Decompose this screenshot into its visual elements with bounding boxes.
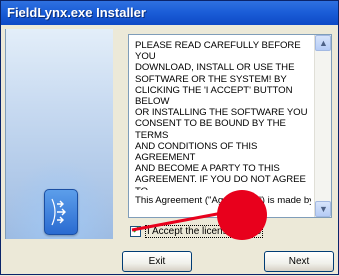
installer-window: FieldLynx.exe Installer PLEASE READ CARE… xyxy=(0,0,339,275)
license-textarea[interactable]: PLEASE READ CAREFULLY BEFORE YOU DOWNLOA… xyxy=(128,34,332,218)
accept-checkbox[interactable]: ✓ xyxy=(130,225,141,237)
scroll-down-icon[interactable]: ▼ xyxy=(315,201,331,217)
license-text: PLEASE READ CAREFULLY BEFORE YOU DOWNLOA… xyxy=(135,40,308,190)
checkmark-icon: ✓ xyxy=(132,225,141,236)
annotation-marker xyxy=(217,190,267,240)
scroll-up-icon[interactable]: ▲ xyxy=(315,35,331,51)
window-title: FieldLynx.exe Installer xyxy=(1,1,338,25)
installer-logo-icon xyxy=(44,189,78,235)
next-button[interactable]: Next xyxy=(264,251,334,272)
exit-button[interactable]: Exit xyxy=(122,251,192,272)
license-scrollbar[interactable]: ▲ ▼ xyxy=(314,35,331,217)
side-banner xyxy=(5,29,113,239)
